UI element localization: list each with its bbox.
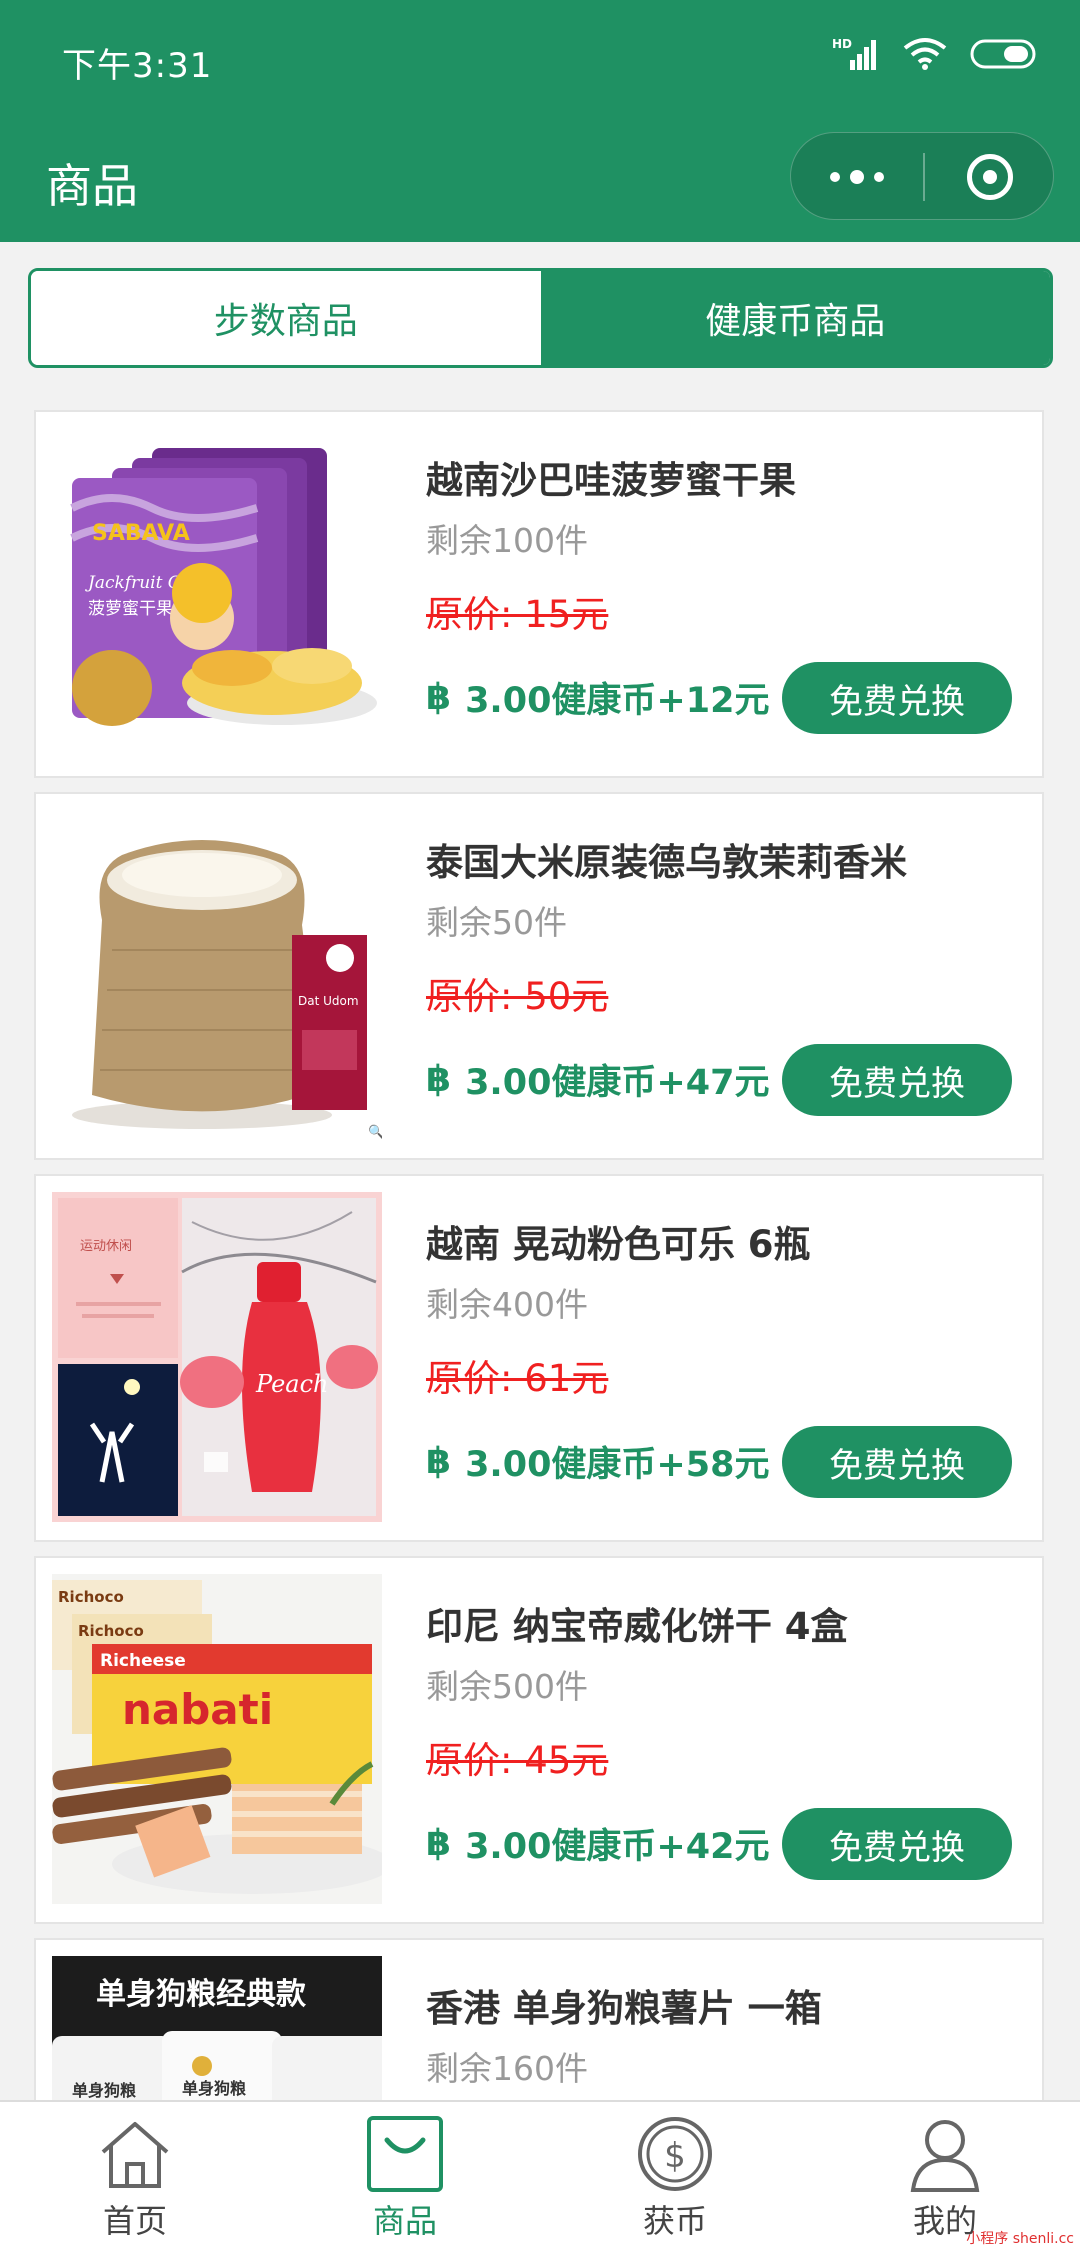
tab-coin-products[interactable]: 健康币商品 [540, 271, 1050, 365]
more-menu-button[interactable] [791, 133, 923, 221]
product-info: 越南 晃动粉色可乐 6瓶 剩余400件 原价: 61元 ฿ 3.00健康币+58… [426, 1176, 1022, 1540]
svg-text:Dat Udom: Dat Udom [298, 994, 359, 1008]
svg-text:单身狗粮经典款: 单身狗粮经典款 [96, 1977, 307, 2012]
exchange-price: ฿ 3.00健康币+47元 [426, 1054, 769, 1105]
svg-text:$: $ [664, 2136, 686, 2176]
page-title: 商品 [46, 159, 138, 213]
product-stock: 剩余50件 [426, 903, 567, 942]
dot-icon [850, 170, 864, 184]
shopping-bag-icon [367, 2116, 443, 2192]
product-name: 泰国大米原装德乌敦茉莉香米 [426, 841, 907, 884]
product-card[interactable]: Richoco Richoco Richeese nabati 印尼 纳宝帝威化… [34, 1556, 1044, 1924]
target-icon [967, 154, 1013, 200]
product-info: 越南沙巴哇菠萝蜜干果 剩余100件 原价: 15元 ฿ 3.00健康币+12元 … [426, 412, 1022, 776]
redeem-button[interactable]: 免费兑换 [782, 1426, 1012, 1498]
tabbar-item-earn-coins[interactable]: $ 获币 [540, 2102, 810, 2248]
svg-text:SABAVA: SABAVA [92, 521, 190, 546]
product-stock: 剩余100件 [426, 521, 588, 560]
product-card[interactable]: Dat Udom 🔍 泰国大米原装德乌敦茉莉香米 剩余50件 原价: 50元 ฿… [34, 792, 1044, 1160]
status-icons: HD [832, 34, 1040, 74]
product-image-jackfruit-chips: SABAVA Jackfruit Chips 菠萝蜜干果 [52, 428, 382, 758]
tabbar-item-me[interactable]: 我的 [810, 2102, 1080, 2248]
svg-text:单身狗粮: 单身狗粮 [72, 2081, 136, 2100]
original-price: 原价: 45元 [426, 1739, 609, 1782]
svg-text:HD: HD [832, 37, 852, 51]
header: 下午3:31 HD 商品 [0, 0, 1080, 242]
svg-text:运动休闲: 运动休闲 [80, 1239, 132, 1254]
segment-tabs: 步数商品 健康币商品 [28, 268, 1053, 368]
watermark: 小程序 shenli.cc [966, 2231, 1074, 2247]
price-text: 3.00健康币+58元 [465, 1445, 770, 1485]
svg-text:菠萝蜜干果: 菠萝蜜干果 [88, 599, 173, 619]
product-name: 香港 单身狗粮薯片 一箱 [426, 1987, 822, 2030]
status-time: 下午3:31 [62, 46, 213, 86]
product-stock: 剩余160件 [426, 2049, 588, 2088]
exchange-price: ฿ 3.00健康币+42元 [426, 1818, 769, 1869]
product-info: 印尼 纳宝帝威化饼干 4盒 剩余500件 原价: 45元 ฿ 3.00健康币+4… [426, 1558, 1022, 1922]
coin-icon: ฿ [426, 677, 452, 718]
dot-icon [874, 172, 884, 182]
redeem-button[interactable]: 免费兑换 [782, 662, 1012, 734]
product-info: 泰国大米原装德乌敦茉莉香米 剩余50件 原价: 50元 ฿ 3.00健康币+47… [426, 794, 1022, 1158]
redeem-button[interactable]: 免费兑换 [782, 1808, 1012, 1880]
svg-text:nabati: nabati [122, 1685, 273, 1734]
tabbar-item-home[interactable]: 首页 [0, 2102, 270, 2248]
exchange-price: ฿ 3.00健康币+58元 [426, 1436, 769, 1487]
price-text: 3.00健康币+47元 [465, 1063, 770, 1103]
original-price: 原价: 15元 [426, 593, 609, 636]
product-stock: 剩余500件 [426, 1667, 588, 1706]
wifi-icon [903, 38, 947, 70]
tabbar-label: 获币 [642, 2202, 707, 2240]
user-icon [910, 2120, 980, 2192]
svg-text:Peach: Peach [255, 1370, 328, 1398]
product-name: 越南 晃动粉色可乐 6瓶 [426, 1223, 811, 1266]
coin-icon: ฿ [426, 1823, 452, 1864]
product-card[interactable]: SABAVA Jackfruit Chips 菠萝蜜干果 越南沙巴哇菠萝蜜干果 … [34, 410, 1044, 778]
original-price: 原价: 50元 [426, 975, 609, 1018]
svg-text:单身狗粮: 单身狗粮 [182, 2079, 246, 2098]
svg-text:🔍: 🔍 [368, 1123, 382, 1140]
tabbar-label: 首页 [102, 2202, 167, 2240]
svg-text:Richeese: Richeese [100, 1651, 186, 1671]
product-stock: 剩余400件 [426, 1285, 588, 1324]
tab-step-products[interactable]: 步数商品 [31, 271, 541, 365]
original-price: 原价: 61元 [426, 1357, 609, 1400]
price-text: 3.00健康币+42元 [465, 1827, 770, 1867]
tabbar-item-products[interactable]: 商品 [270, 2102, 540, 2248]
coin-icon: ฿ [426, 1059, 452, 1100]
home-icon [101, 2122, 169, 2188]
exchange-price: ฿ 3.00健康币+12元 [426, 672, 769, 723]
battery-icon [970, 39, 1036, 69]
dot-icon [830, 172, 840, 182]
svg-text:Richoco: Richoco [78, 1622, 144, 1640]
product-name: 越南沙巴哇菠萝蜜干果 [426, 459, 796, 502]
redeem-button[interactable]: 免费兑换 [782, 1044, 1012, 1116]
product-image-nabati-wafers: Richoco Richoco Richeese nabati [52, 1574, 382, 1904]
coin-icon: ฿ [426, 1441, 452, 1482]
svg-text:Richoco: Richoco [58, 1588, 124, 1606]
signal-icon: HD [832, 37, 876, 70]
tabbar-label: 商品 [372, 2202, 437, 2240]
close-mini-program-button[interactable] [925, 133, 1055, 221]
product-name: 印尼 纳宝帝威化饼干 4盒 [426, 1605, 848, 1648]
product-card[interactable]: 运动休闲 Peach 越南 晃动粉色可乐 6瓶 剩余400件 原价: 61元 ฿… [34, 1174, 1044, 1542]
price-text: 3.00健康币+12元 [465, 681, 770, 721]
product-image-rice-sack: Dat Udom 🔍 [52, 810, 382, 1140]
bottom-tab-bar: 首页 商品 $ 获币 我的 [0, 2100, 1080, 2248]
mini-program-capsule [790, 132, 1054, 220]
coin-icon: $ [638, 2117, 712, 2191]
product-image-pink-cola: 运动休闲 Peach [52, 1192, 382, 1522]
